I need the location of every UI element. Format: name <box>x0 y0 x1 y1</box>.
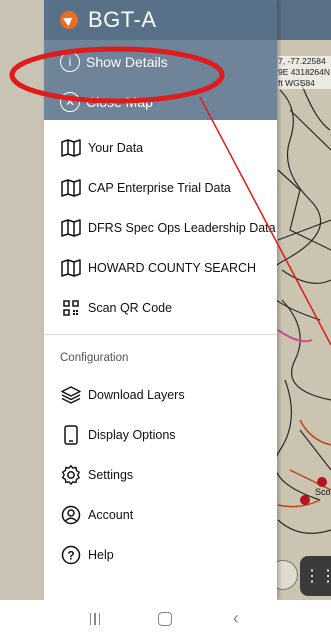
compass-logo-icon <box>60 11 78 29</box>
menu-item-display-options[interactable]: Display Options <box>44 415 277 455</box>
menu-item-help[interactable]: ? Help <box>44 535 277 575</box>
menu-item-download-layers[interactable]: Download Layers <box>44 375 277 415</box>
menu-item-scan-qr[interactable]: Scan QR Code <box>44 288 277 328</box>
map-toolbar <box>277 0 331 40</box>
qr-code-icon <box>60 297 82 319</box>
close-icon: ✕ <box>60 92 80 112</box>
divider <box>44 334 277 335</box>
close-map-label: Close Map <box>86 94 153 110</box>
app-title: BGT-A <box>88 7 157 32</box>
menu-item-label: CAP Enterprise Trial Data <box>88 181 231 195</box>
svg-text:?: ? <box>67 549 74 563</box>
show-details-label: Show Details <box>86 54 168 70</box>
map-icon <box>60 217 82 239</box>
map-icon <box>60 177 82 199</box>
info-icon: i <box>60 52 80 72</box>
map-icon <box>60 257 82 279</box>
menu-item-your-data[interactable]: Your Data <box>44 128 277 168</box>
menu-item-label: Download Layers <box>88 388 185 402</box>
menu-item-label: Settings <box>88 468 134 482</box>
coord-line: 7, -77.22584 <box>278 56 326 66</box>
coordinates-readout: 7, -77.22584 9E 4318264N ft WGS84 <box>278 56 331 89</box>
map-menu-button[interactable]: ⋮⋮ <box>300 556 331 596</box>
menu-item-settings[interactable]: Settings <box>44 455 277 495</box>
map-place-label: Sco <box>315 487 331 497</box>
menu-item-label: Display Options <box>88 428 176 442</box>
phone-icon <box>60 424 82 446</box>
help-icon: ? <box>60 544 82 566</box>
map-icon <box>60 137 82 159</box>
menu-item-label: HOWARD COUNTY SEARCH <box>88 261 257 275</box>
menu-item-cap-enterprise[interactable]: CAP Enterprise Trial Data <box>44 168 277 208</box>
coord-line: ft WGS84 <box>278 78 315 88</box>
close-map-button[interactable]: ✕ Close Map <box>44 82 277 122</box>
layers-icon <box>60 384 82 406</box>
menu-item-label: Your Data <box>88 141 144 155</box>
menu-item-label: Help <box>88 548 114 562</box>
back-button[interactable]: ‹ <box>216 608 256 629</box>
menu-item-label: Account <box>88 508 134 522</box>
home-button[interactable] <box>145 611 185 626</box>
menu-item-label: Scan QR Code <box>88 301 173 315</box>
app-brand: BGT-A <box>44 0 277 40</box>
show-details-button[interactable]: i Show Details <box>44 42 277 82</box>
configuration-heading: Configuration <box>60 352 129 364</box>
menu-item-account[interactable]: Account <box>44 495 277 535</box>
recent-apps-button[interactable] <box>75 612 115 625</box>
system-nav-bar: ‹ <box>0 600 331 637</box>
drawer-header: BGT-A i Show Details ✕ Close Map <box>44 0 277 120</box>
menu-item-howard-county[interactable]: HOWARD COUNTY SEARCH <box>44 248 277 288</box>
coord-line: 9E 4318264N <box>278 67 330 77</box>
gear-icon <box>60 464 82 486</box>
menu-item-dfrs-spec-ops[interactable]: DFRS Spec Ops Leadership Data <box>44 208 277 248</box>
drawer-menu: Your Data CAP Enterprise Trial Data DFRS… <box>44 128 277 575</box>
menu-item-label: DFRS Spec Ops Leadership Data <box>88 221 276 235</box>
navigation-drawer: BGT-A i Show Details ✕ Close Map Your Da… <box>44 0 277 600</box>
account-icon <box>60 504 82 526</box>
home-icon <box>158 611 173 626</box>
